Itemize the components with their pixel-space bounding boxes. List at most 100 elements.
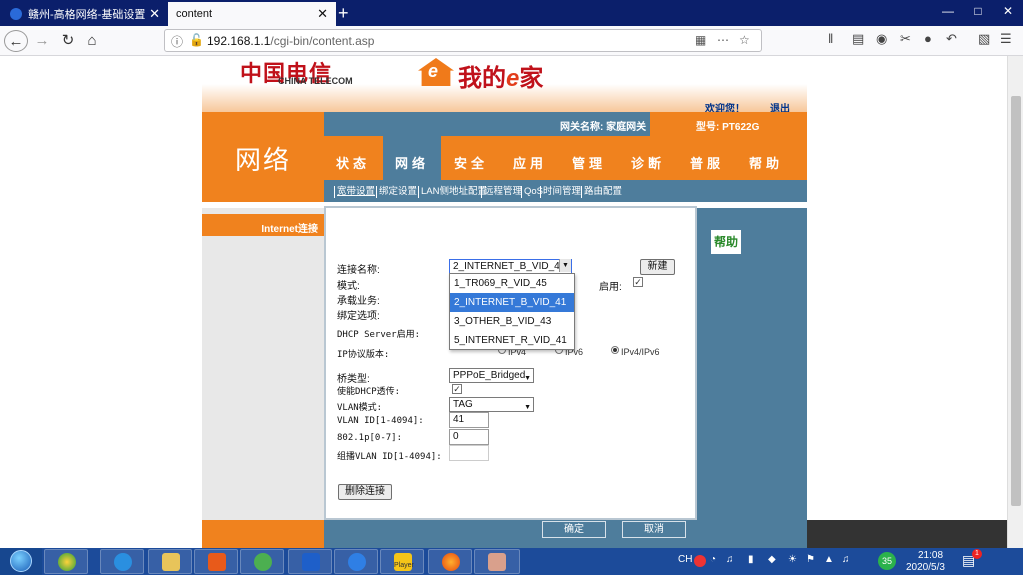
conn-name-label: 连接名称:	[337, 265, 380, 276]
sidebar-icon[interactable]: ▤	[852, 31, 864, 47]
enable-label: 启用:	[599, 282, 622, 293]
taskbar-app-baidu[interactable]	[334, 549, 378, 574]
back-arrow-icon[interactable]: ←	[4, 30, 28, 52]
menu-network[interactable]: 网络	[383, 136, 441, 180]
taskbar-app-media[interactable]	[194, 549, 238, 574]
qr-code-icon[interactable]: ▦	[695, 33, 706, 47]
input-method-icon[interactable]	[694, 555, 706, 567]
menu-application[interactable]: 应用	[501, 136, 559, 180]
scrollbar-thumb[interactable]	[1011, 96, 1021, 506]
dropdown-arrow-icon: ▼	[524, 375, 531, 382]
taskbar-app-explorer[interactable]	[148, 549, 192, 574]
submenu-lan-address[interactable]: LAN侧地址配置	[418, 186, 487, 198]
submenu-time-mgmt[interactable]: 时间管理	[540, 186, 581, 198]
dhcp-passthrough-checkbox[interactable]: ✓	[452, 384, 462, 394]
maximize-icon[interactable]: □	[963, 0, 993, 26]
menu-status[interactable]: 状态	[324, 136, 382, 180]
conn-name-select[interactable]: 2_INTERNET_B_VID_41 ▼	[449, 259, 572, 274]
sidebar-item-internet[interactable]: Internet连接	[202, 214, 324, 236]
taskbar-app-firefox[interactable]	[428, 549, 472, 574]
ipv4-ipv6-radio[interactable]	[611, 346, 619, 354]
tab-content[interactable]: content ✕	[168, 2, 336, 26]
clock-time[interactable]: 21:08	[918, 550, 943, 561]
delete-connection-button[interactable]: 删除连接	[338, 484, 392, 500]
bind-label: 绑定选项:	[337, 311, 380, 322]
taskbar-app-360[interactable]	[44, 549, 88, 574]
weather-icon[interactable]: ☀	[788, 554, 797, 565]
menu-icon[interactable]: ☰	[1000, 31, 1012, 47]
mic-icon[interactable]: ♫	[726, 554, 734, 565]
chat-icon[interactable]: ●	[924, 31, 932, 46]
forward-arrow-icon[interactable]: →	[30, 30, 54, 52]
close-window-icon[interactable]: ✕	[993, 0, 1023, 26]
dropdown-option-highlighted[interactable]: 2_INTERNET_B_VID_41	[450, 293, 574, 312]
insecure-lock-icon[interactable]: 🔓	[189, 33, 204, 47]
p8021-label: 802.1p[0-7]:	[337, 433, 403, 443]
dropdown-option[interactable]: 3_OTHER_B_VID_43	[450, 312, 574, 331]
menu-security[interactable]: 安全	[442, 136, 500, 180]
taskbar-app-other[interactable]	[474, 549, 520, 574]
submenu-broadband[interactable]: 宽带设置	[334, 186, 375, 198]
ie-icon	[114, 553, 132, 571]
form-panel	[324, 206, 697, 520]
tab-settings[interactable]: 赣州-高格网络-基础设置 ✕	[2, 2, 168, 26]
battery-icon[interactable]: ▮	[748, 554, 754, 565]
start-button[interactable]	[0, 548, 42, 575]
cancel-button[interactable]: 取消	[622, 521, 686, 538]
bookmark-star-icon[interactable]: ☆	[739, 33, 750, 47]
menu-universal-service[interactable]: 普服	[678, 136, 736, 180]
minimize-icon[interactable]: —	[933, 0, 963, 26]
language-indicator[interactable]: CH	[678, 554, 692, 565]
submenu-remote-mgmt[interactable]: 远程管理	[481, 186, 522, 198]
close-icon[interactable]: ✕	[317, 6, 328, 22]
punctuation-icon[interactable]: ◔	[710, 554, 716, 565]
taskbar-app-ie[interactable]	[100, 549, 144, 574]
submenu-routing[interactable]: 路由配置	[581, 186, 622, 198]
more-icon[interactable]: ⋯	[717, 33, 729, 47]
reload-icon[interactable]: ↻	[56, 30, 80, 52]
taskbar-app-player[interactable]: Player	[380, 549, 424, 574]
vlan-id-input[interactable]: 41	[449, 412, 489, 428]
dropdown-option[interactable]: 1_TR069_R_VID_45	[450, 274, 574, 293]
submenu-binding[interactable]: 绑定设置	[376, 186, 417, 198]
menu-help[interactable]: 帮助	[737, 136, 795, 180]
gateway-info-bar: 网关名称: 家庭网关 型号: PT622G	[324, 112, 807, 136]
p8021-input[interactable]: 0	[449, 429, 489, 445]
ok-button[interactable]: 确定	[542, 521, 606, 538]
extensions-icon[interactable]: ▧	[978, 31, 990, 47]
taskbar-app-key[interactable]	[288, 549, 332, 574]
badge-counter[interactable]: 35	[878, 552, 896, 570]
undo-icon[interactable]: ↶	[946, 31, 957, 47]
url-text: 192.168.1.1/cgi-bin/content.asp	[207, 34, 374, 48]
menu-management[interactable]: 管理	[560, 136, 618, 180]
network-tray-icon[interactable]: ◆	[768, 554, 776, 565]
close-icon[interactable]: ✕	[149, 6, 160, 22]
baidu-icon	[348, 553, 366, 571]
signal-icon[interactable]: ▲	[824, 554, 834, 565]
flag-icon[interactable]: ⚑	[806, 554, 815, 565]
enable-checkbox[interactable]: ✓	[633, 277, 643, 287]
clock-date[interactable]: 2020/5/3	[906, 562, 945, 573]
account-icon[interactable]: ◉	[876, 31, 887, 47]
volume-icon[interactable]: ♫	[842, 554, 850, 565]
gateway-name: 网关名称: 家庭网关	[560, 118, 646, 133]
library-icon[interactable]: ‖	[828, 31, 833, 46]
vlan-mode-select[interactable]: TAG ▼	[449, 397, 534, 412]
sidebar	[202, 208, 324, 520]
dropdown-option[interactable]: 5_INTERNET_R_VID_41	[450, 331, 574, 350]
mcast-vlan-input[interactable]	[449, 445, 489, 461]
new-button[interactable]: 新建	[640, 259, 675, 275]
screenshot-icon[interactable]: ✂	[900, 31, 911, 47]
bridge-type-select[interactable]: PPPoE_Bridged ▼	[449, 368, 534, 383]
browser-tab-bar: 赣州-高格网络-基础设置 ✕ content ✕ + — □ ✕	[0, 0, 1023, 26]
home-icon[interactable]: ⌂	[80, 30, 104, 52]
url-bar[interactable]: ⓘ 🔓 192.168.1.1/cgi-bin/content.asp ▦ ⋯ …	[164, 29, 762, 52]
green-browser-icon	[254, 553, 272, 571]
tab-label: content	[176, 8, 213, 20]
new-tab-icon[interactable]: +	[338, 2, 349, 24]
taskbar-app-browser[interactable]	[240, 549, 284, 574]
info-icon[interactable]: ⓘ	[171, 33, 183, 50]
vertical-scrollbar[interactable]	[1007, 56, 1023, 548]
menu-diagnosis[interactable]: 诊断	[619, 136, 677, 180]
ip-version-label: IP协议版本:	[337, 350, 390, 360]
